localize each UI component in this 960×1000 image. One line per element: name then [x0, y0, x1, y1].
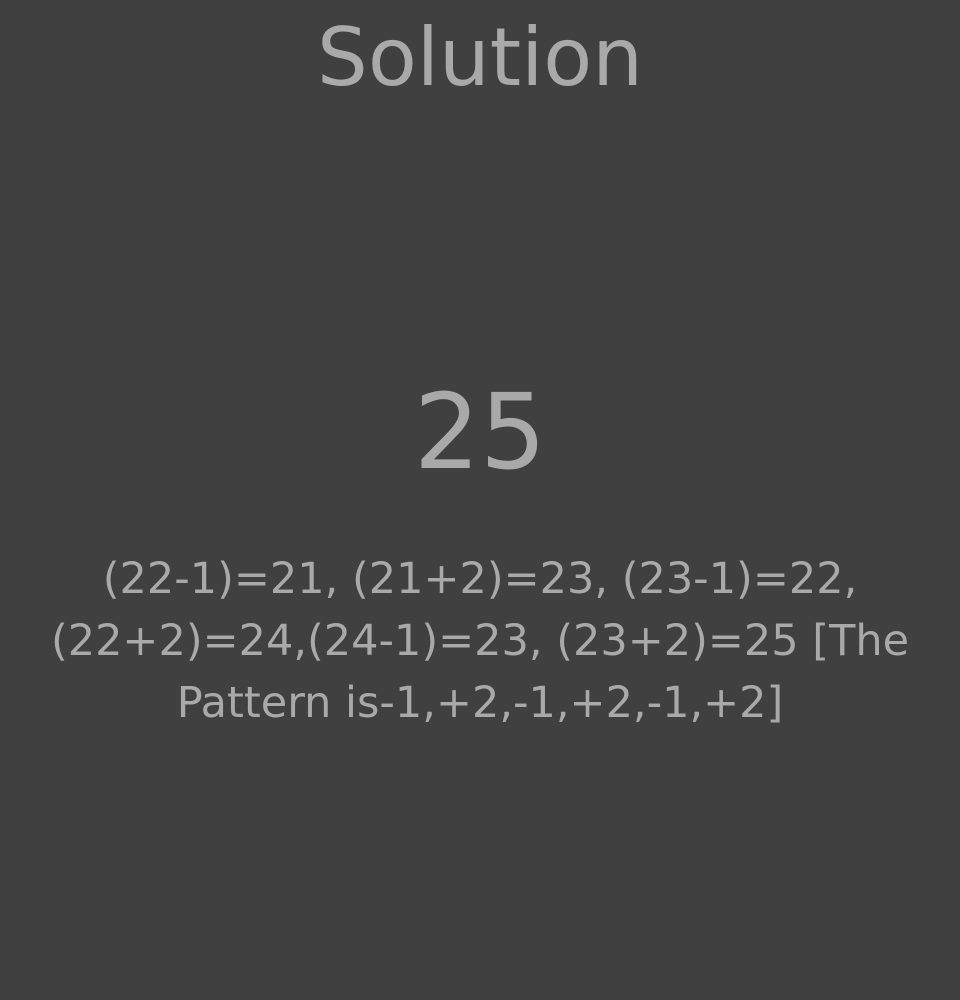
- answer-value: 25: [413, 371, 547, 493]
- explanation-line-2: (22+2)=24,(24-1)=23, (23+2)=25 [The: [50, 616, 910, 666]
- explanation-line-1: (22-1)=21, (21+2)=23, (23-1)=22,: [102, 554, 858, 604]
- solution-explanation: (22-1)=21, (21+2)=23, (23-1)=22, (22+2)=…: [35, 548, 925, 734]
- solution-screen: Solution 25 (22-1)=21, (21+2)=23, (23-1)…: [0, 0, 960, 1000]
- explanation-line-3: Pattern is-1,+2,-1,+2,-1,+2]: [176, 678, 784, 728]
- page-title: Solution: [317, 11, 643, 104]
